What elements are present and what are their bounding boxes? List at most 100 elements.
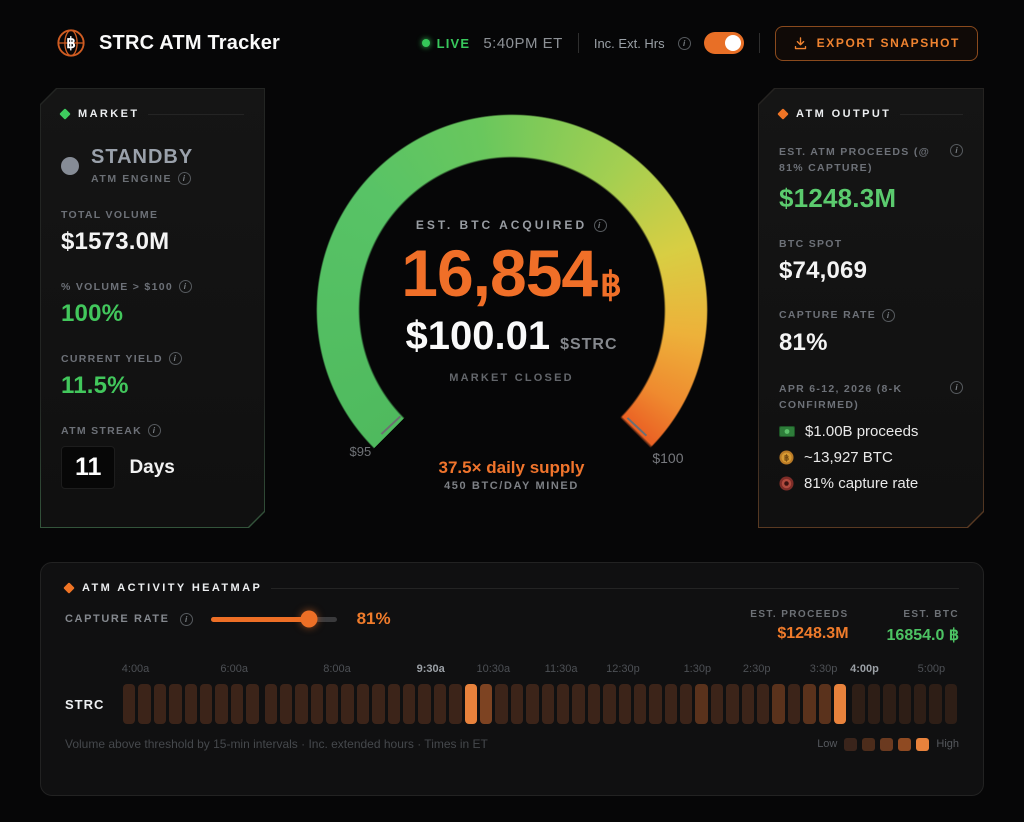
diamond-icon — [59, 108, 70, 119]
divider — [759, 33, 760, 53]
info-icon[interactable]: i — [179, 280, 192, 293]
heatmap-cell[interactable] — [169, 684, 181, 724]
heatmap-cell[interactable] — [480, 684, 492, 724]
btc-acquired-value: 16,854฿ — [401, 240, 622, 306]
heatmap-cell[interactable] — [200, 684, 212, 724]
info-icon[interactable]: i — [678, 37, 691, 50]
heatmap-cell[interactable] — [757, 684, 769, 724]
heatmap-cell[interactable] — [326, 684, 338, 724]
heatmap-cell[interactable] — [526, 684, 538, 724]
heatmap-cell[interactable] — [742, 684, 754, 724]
engine-status: STANDBY — [91, 146, 193, 169]
heatmap-cells — [123, 684, 959, 724]
diamond-icon — [63, 582, 74, 593]
heatmap-cell[interactable] — [123, 684, 135, 724]
heatmap-cell[interactable] — [588, 684, 600, 724]
heatmap-cell[interactable] — [418, 684, 430, 724]
heatmap-cell[interactable] — [819, 684, 831, 724]
info-icon[interactable]: i — [148, 424, 161, 437]
heatmap-cell[interactable] — [495, 684, 507, 724]
heatmap-cell[interactable] — [185, 684, 197, 724]
heatmap-cell[interactable] — [449, 684, 461, 724]
streak-value: 11 — [61, 446, 115, 489]
heatmap-cell[interactable] — [215, 684, 227, 724]
info-icon[interactable]: i — [169, 352, 182, 365]
standby-dot-icon — [61, 157, 79, 175]
legend-swatch — [844, 738, 857, 751]
heatmap-cell[interactable] — [788, 684, 800, 724]
strc-price: $100.01 — [405, 316, 550, 356]
heatmap-cell[interactable] — [868, 684, 880, 724]
heatmap-cell[interactable] — [280, 684, 292, 724]
heatmap-cell[interactable] — [945, 684, 957, 724]
heatmap-cell[interactable] — [246, 684, 258, 724]
heatmap-cell[interactable] — [665, 684, 677, 724]
heatmap-cell[interactable] — [542, 684, 554, 724]
est-proceeds-value: $1248.3M — [750, 625, 848, 643]
capture-slider-knob[interactable] — [300, 611, 317, 628]
heatmap-cell[interactable] — [634, 684, 646, 724]
btc-spot-metric: BTC SPOT $74,069 — [779, 238, 963, 285]
legend-high-label: High — [936, 738, 959, 750]
pct-volume-value: 100% — [61, 300, 244, 328]
ext-hours-toggle[interactable] — [704, 32, 744, 54]
heatmap-cell[interactable] — [295, 684, 307, 724]
axis-label: 12:30p — [606, 663, 640, 675]
heatmap-cell[interactable] — [603, 684, 615, 724]
legend-swatch — [862, 738, 875, 751]
heatmap-cell[interactable] — [803, 684, 815, 724]
heatmap-cell[interactable] — [649, 684, 661, 724]
atm-streak-metric: ATM STREAKi 11 Days — [61, 424, 244, 489]
axis-label: 11:30a — [545, 663, 578, 675]
heatmap-cell[interactable] — [154, 684, 166, 724]
heatmap-cell[interactable] — [883, 684, 895, 724]
heatmap-cell[interactable] — [726, 684, 738, 724]
ext-hours-label: Inc. Ext. Hrs — [594, 36, 665, 51]
heatmap-cell[interactable] — [138, 684, 150, 724]
current-yield-value: 11.5% — [61, 372, 244, 400]
info-icon[interactable]: i — [180, 613, 193, 626]
heatmap-cell[interactable] — [357, 684, 369, 724]
header: ฿ STRC ATM Tracker LIVE 5:40PM ET Inc. E… — [0, 0, 1024, 70]
heatmap-cell[interactable] — [341, 684, 353, 724]
heatmap-panel: ATM ACTIVITY HEATMAP CAPTURE RATE i 81% … — [40, 562, 984, 796]
heatmap-cell[interactable] — [899, 684, 911, 724]
heatmap-title: ATM ACTIVITY HEATMAP — [82, 582, 262, 594]
svg-text:฿: ฿ — [66, 35, 76, 52]
heatmap-cell[interactable] — [557, 684, 569, 724]
heatmap-cell[interactable] — [265, 684, 277, 724]
axis-label: 1:30p — [684, 663, 712, 675]
info-icon[interactable]: i — [882, 309, 895, 322]
heatmap-cell[interactable] — [572, 684, 584, 724]
btc-mined-note: 450 BTC/DAY MINED — [316, 480, 708, 492]
heatmap-cell[interactable] — [511, 684, 523, 724]
heatmap-cell[interactable] — [852, 684, 864, 724]
heatmap-cell[interactable] — [914, 684, 926, 724]
btc-gauge: EST. BTC ACQUIRED i 16,854฿ $100.01 $STR… — [316, 114, 708, 506]
heatmap-cell[interactable] — [772, 684, 784, 724]
info-icon[interactable]: i — [178, 172, 191, 185]
heatmap-cell[interactable] — [465, 684, 477, 724]
export-snapshot-button[interactable]: EXPORT SNAPSHOT — [775, 26, 978, 61]
heatmap-cell[interactable] — [834, 684, 846, 724]
heatmap-cell[interactable] — [619, 684, 631, 724]
list-item: 81% capture rate — [779, 475, 963, 492]
heatmap-cell[interactable] — [403, 684, 415, 724]
coin-icon: ฿ — [779, 450, 794, 465]
heatmap-cell[interactable] — [372, 684, 384, 724]
heatmap-cell[interactable] — [434, 684, 446, 724]
info-icon[interactable]: i — [594, 219, 607, 232]
heatmap-cell[interactable] — [388, 684, 400, 724]
heatmap-cell[interactable] — [929, 684, 941, 724]
info-icon[interactable]: i — [950, 144, 963, 157]
heatmap-cell[interactable] — [680, 684, 692, 724]
heatmap-cell[interactable] — [231, 684, 243, 724]
heatmap-cell[interactable] — [711, 684, 723, 724]
divider — [271, 588, 959, 589]
heatmap-cell[interactable] — [311, 684, 323, 724]
heatmap-cell[interactable] — [695, 684, 707, 724]
capture-slider[interactable] — [211, 617, 337, 622]
atm-output-title: ATM OUTPUT — [796, 108, 891, 120]
info-icon[interactable]: i — [950, 381, 963, 394]
proceeds-value: $1248.3M — [779, 183, 963, 214]
